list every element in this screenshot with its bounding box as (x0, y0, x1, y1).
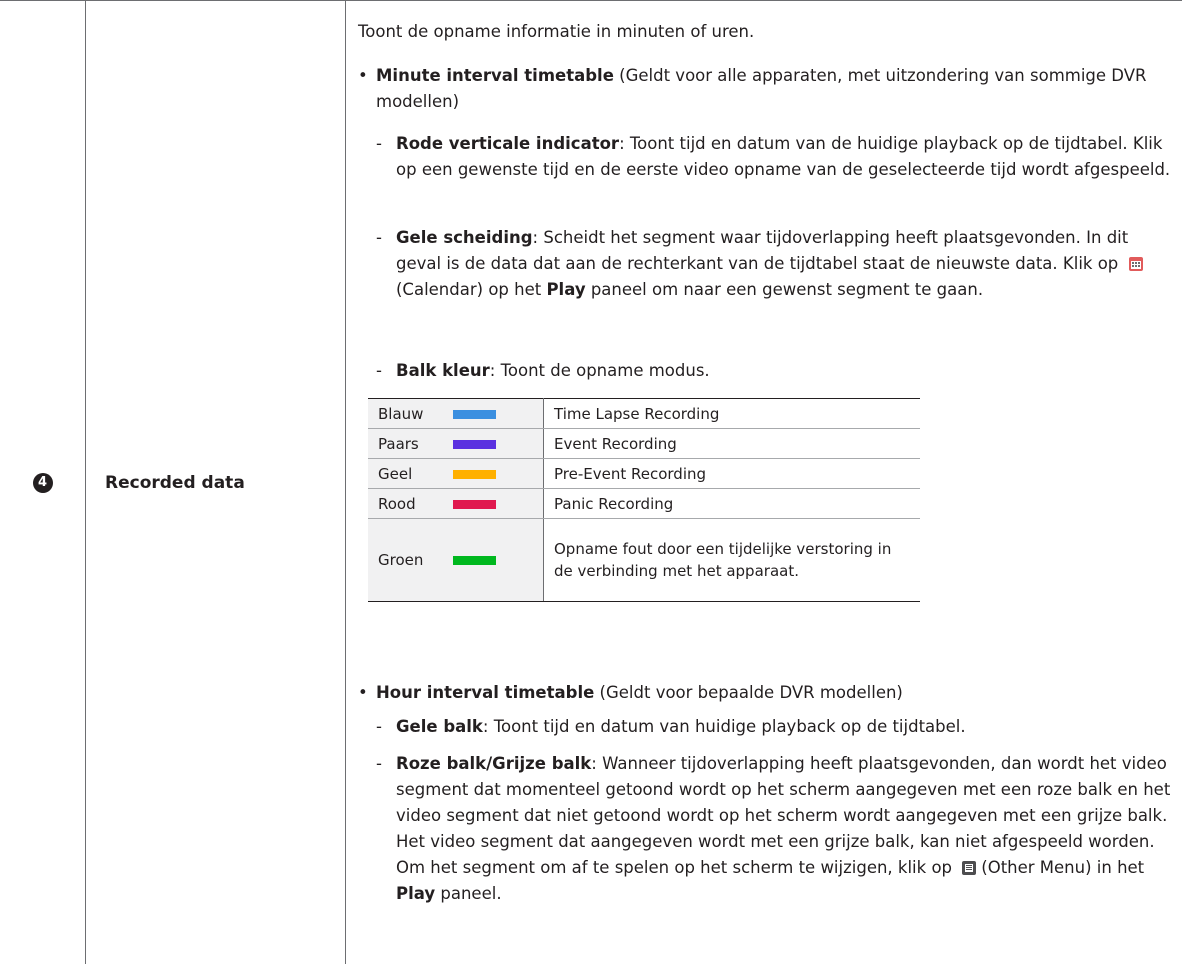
color-description: Panic Recording (543, 488, 920, 519)
color-name: Rood (368, 488, 443, 519)
table-row: Blauw Time Lapse Recording (368, 398, 920, 429)
color-name: Groen (368, 518, 443, 602)
sub-item-text: : Toont de opname modus. (489, 361, 710, 380)
sub-item-label: Balk kleur (396, 361, 490, 380)
hour-interval-note: (Geldt voor bepaalde DVR modellen) (594, 683, 903, 702)
play-panel-label: Play (546, 280, 586, 299)
purple-swatch (453, 439, 496, 449)
color-description: Pre-Event Recording (543, 458, 920, 489)
minute-interval-title: Minute interval timetable (376, 66, 614, 85)
red-swatch (453, 499, 496, 509)
color-name: Geel (368, 458, 443, 489)
other-menu-icon[interactable] (961, 858, 977, 875)
hour-interval-title: Hour interval timetable (376, 683, 595, 702)
calendar-icon[interactable] (1128, 254, 1144, 271)
calendar-label: (Calendar) op het (396, 280, 547, 299)
table-row: Geel Pre-Event Recording (368, 458, 920, 489)
bar-color-table: Blauw Time Lapse Recording Paars Event R… (368, 398, 920, 602)
sub-item-label: Rode verticale indicator (396, 134, 620, 153)
color-description: Time Lapse Recording (543, 398, 920, 429)
table-row: Paars Event Recording (368, 428, 920, 459)
other-menu-label: (Other Menu) in het (981, 858, 1145, 877)
color-name: Paars (368, 428, 443, 459)
recorded-data-table: 4 Recorded data Toont de opname informat… (0, 0, 1182, 964)
row-number-cell: 4 (0, 1, 85, 964)
yellow-swatch (453, 469, 496, 479)
column-divider (345, 1, 346, 964)
sub-item-label: Gele balk (396, 717, 483, 736)
green-swatch (453, 556, 496, 565)
play-panel-label: Play (396, 884, 436, 903)
sub-item-text: paneel. (435, 884, 502, 903)
sub-item-label: Roze balk/Grijze balk (396, 754, 592, 773)
color-description: Event Recording (543, 428, 920, 459)
table-row: Rood Panic Recording (368, 488, 920, 519)
intro-text: Toont de opname informatie in minuten of… (358, 22, 755, 41)
sub-item-label: Gele scheiding (396, 228, 533, 247)
row-name-cell: Recorded data (105, 1, 335, 964)
sub-item-text: : Toont tijd en datum van huidige playba… (482, 717, 966, 736)
blue-swatch (453, 409, 496, 419)
column-divider (85, 1, 86, 964)
row-number-badge: 4 (32, 472, 53, 493)
table-row: Groen Opname fout door een tijdelijke ve… (368, 518, 920, 602)
sub-item-text: paneel om naar een gewenst segment te ga… (585, 280, 984, 299)
color-description: Opname fout door een tijdelijke verstori… (543, 518, 920, 602)
row-name: Recorded data (105, 472, 245, 493)
color-name: Blauw (368, 398, 443, 429)
